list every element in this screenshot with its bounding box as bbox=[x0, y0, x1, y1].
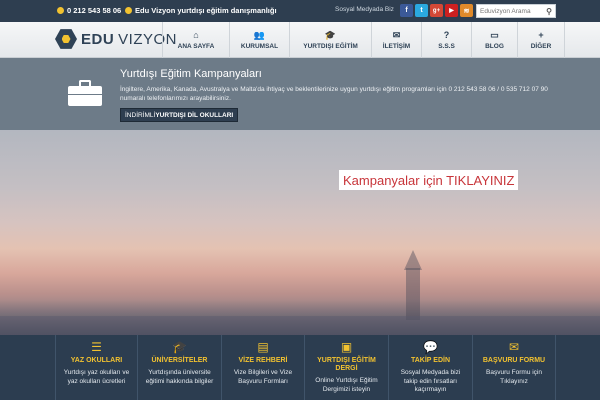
feature-application-form[interactable]: ✉ BAŞVURU FORMU Başvuru Formu için Tıkla… bbox=[472, 335, 556, 400]
home-icon: ⌂ bbox=[193, 29, 199, 40]
nav-item-education-abroad[interactable]: 🎓 YURTDIŞI EĞİTİM bbox=[289, 22, 371, 58]
nav-label: BLOG bbox=[485, 42, 504, 50]
list-icon: ☰ bbox=[91, 340, 102, 354]
facebook-icon[interactable]: f bbox=[400, 4, 413, 17]
feature-title: ÜNİVERSİTELER bbox=[151, 357, 208, 364]
chat-icon: 💬 bbox=[423, 340, 438, 354]
feature-title: YURTDIŞI EĞİTİM DERGİ bbox=[317, 357, 376, 372]
feature-description: Başvuru Formu için Tıklayınız bbox=[486, 369, 542, 385]
phone-icon bbox=[57, 7, 64, 14]
briefcase-icon bbox=[68, 80, 102, 106]
tagline-text: Edu Vizyon yurtdışı eğitim danışmanlığı bbox=[135, 6, 277, 15]
envelope-icon: ✉ bbox=[392, 29, 401, 40]
info-icon bbox=[125, 7, 132, 14]
phone-contact[interactable]: 0 212 543 58 06 bbox=[57, 6, 121, 15]
feature-description: Online Yurtdışı Eğitim Dergimizi isteyin bbox=[315, 377, 378, 393]
plus-icon: + bbox=[538, 29, 544, 40]
question-icon: ? bbox=[443, 29, 450, 40]
feature-title: VİZE REHBERİ bbox=[238, 357, 288, 364]
feature-follow-us[interactable]: 💬 TAKİP EDİN Sosyal Medyada bizi takip e… bbox=[388, 335, 472, 400]
feature-magazine[interactable]: ▣ YURTDIŞI EĞİTİM DERGİ Online Yurtdışı … bbox=[304, 335, 388, 400]
social-links: f t g+ ▶ ≋ bbox=[400, 4, 473, 17]
campaign-title: Yurtdışı Eğitim Kampanyaları bbox=[120, 68, 262, 80]
pdf-icon: ▣ bbox=[340, 340, 353, 354]
nav-item-contact[interactable]: ✉ İLETİŞİM bbox=[371, 22, 421, 58]
hero-banner: Kampanyalar için TIKLAYINIZ bbox=[0, 130, 600, 335]
graduation-cap-icon: 🎓 bbox=[324, 29, 337, 40]
users-icon: 👥 bbox=[253, 29, 266, 40]
feature-summer-schools[interactable]: ☰ YAZ OKULLARI Yurtdışı yaz okulları ve … bbox=[55, 335, 137, 400]
feature-bar: ☰ YAZ OKULLARI Yurtdışı yaz okulları ve … bbox=[0, 335, 600, 400]
main-header: EDU VIZYON ⌂ ANA SAYFA 👥 KURUMSAL 🎓 YURT… bbox=[0, 22, 600, 58]
campaigns-cta-link[interactable]: Kampanyalar için TIKLAYINIZ bbox=[339, 170, 519, 190]
youtube-icon[interactable]: ▶ bbox=[445, 4, 458, 17]
phone-number: 0 212 543 58 06 bbox=[67, 6, 122, 15]
feature-description: Yurtdışı yaz okulları ve yaz okulları üc… bbox=[63, 369, 130, 385]
site-logo[interactable]: EDU VIZYON bbox=[55, 28, 177, 50]
feature-title: YAZ OKULLARI bbox=[70, 357, 123, 364]
nav-item-other[interactable]: + DİĞER bbox=[517, 22, 565, 58]
graduation-cap-icon: 🎓 bbox=[172, 340, 187, 354]
button-prefix: İNDİRİMLİ bbox=[125, 111, 156, 119]
feature-title: BAŞVURU FORMU bbox=[482, 357, 546, 364]
search-icon[interactable]: ⚲ bbox=[543, 5, 555, 17]
nav-item-corporate[interactable]: 👥 KURUMSAL bbox=[229, 22, 289, 58]
google-plus-icon[interactable]: g+ bbox=[430, 4, 443, 17]
social-label: Sosyal Medyada Biz bbox=[335, 6, 394, 13]
nav-label: KURUMSAL bbox=[240, 42, 279, 50]
nav-label: YURTDIŞI EĞİTİM bbox=[303, 42, 358, 50]
nav-item-blog[interactable]: ▭ BLOG bbox=[471, 22, 517, 58]
feature-description: Yurtdışında üniversite eğitimi hakkında … bbox=[145, 369, 214, 385]
search-box: ⚲ bbox=[476, 4, 556, 18]
nav-label: S.S.S bbox=[438, 42, 455, 50]
logo-edu-text: EDU bbox=[81, 30, 115, 48]
twitter-icon[interactable]: t bbox=[415, 4, 428, 17]
button-main-label: YURTDIŞI DİL OKULLARI bbox=[155, 111, 234, 119]
envelope-icon: ✉ bbox=[508, 340, 520, 354]
logo-hexagon-icon bbox=[55, 29, 77, 49]
main-nav: ⌂ ANA SAYFA 👥 KURUMSAL 🎓 YURTDIŞI EĞİTİM… bbox=[162, 22, 565, 58]
feature-visa-guide[interactable]: ▤ VİZE REHBERİ Vize Bilgileri ve Vize Ba… bbox=[221, 335, 304, 400]
nav-label: ANA SAYFA bbox=[177, 42, 215, 50]
feature-title: TAKİP EDİN bbox=[410, 357, 451, 364]
search-input[interactable] bbox=[477, 5, 543, 17]
top-bar: 0 212 543 58 06 Edu Vizyon yurtdışı eğit… bbox=[0, 0, 600, 22]
document-icon: ▤ bbox=[257, 340, 269, 354]
feature-description: Sosyal Medyada bizi takip edin fırsatlar… bbox=[400, 369, 461, 393]
feature-description: Vize Bilgileri ve Vize Başvuru Formları bbox=[233, 369, 293, 385]
campaign-section: Yurtdışı Eğitim Kampanyaları İngiltere, … bbox=[0, 58, 600, 130]
campaign-description: İngiltere, Amerika, Kanada, Avustralya v… bbox=[120, 86, 548, 102]
feature-universities[interactable]: 🎓 ÜNİVERSİTELER Yurtdışında üniversite e… bbox=[137, 335, 221, 400]
discounted-language-schools-button[interactable]: İNDİRİMLİ YURTDIŞI DİL OKULLARI bbox=[120, 108, 239, 122]
monitor-icon: ▭ bbox=[490, 29, 499, 40]
nav-label: İLETİŞİM bbox=[382, 42, 411, 50]
rss-icon[interactable]: ≋ bbox=[460, 4, 473, 17]
nav-item-home[interactable]: ⌂ ANA SAYFA bbox=[162, 22, 229, 58]
nav-item-faq[interactable]: ? S.S.S bbox=[421, 22, 471, 58]
tagline: Edu Vizyon yurtdışı eğitim danışmanlığı bbox=[125, 6, 277, 15]
nav-label: DİĞER bbox=[530, 42, 552, 50]
sea-graphic bbox=[0, 316, 600, 335]
